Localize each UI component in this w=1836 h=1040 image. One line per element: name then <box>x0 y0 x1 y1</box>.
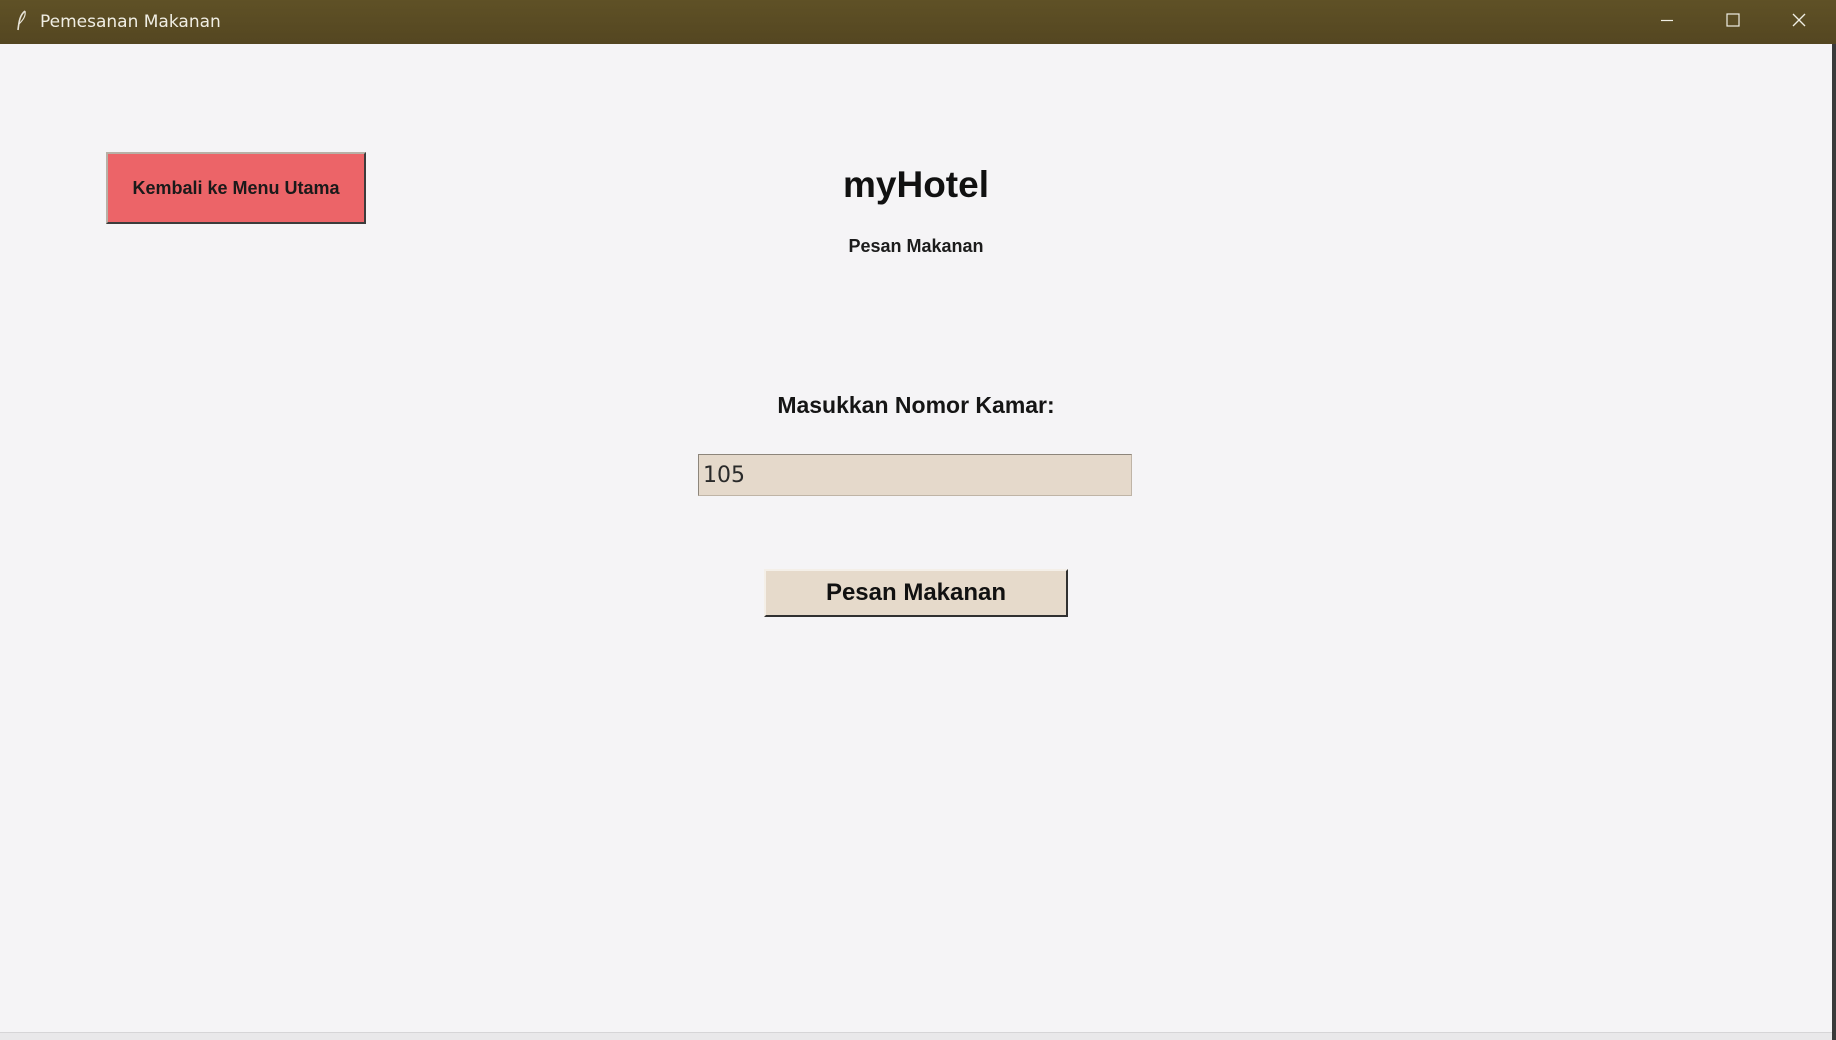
close-button[interactable] <box>1766 0 1832 44</box>
close-icon <box>1792 13 1806 32</box>
app-window: Pemesanan Makanan Kembali ke Menu Utama … <box>0 0 1836 1040</box>
order-food-button[interactable]: Pesan Makanan <box>764 569 1068 617</box>
minimize-icon <box>1660 13 1674 32</box>
window-bottom-edge <box>0 1032 1832 1040</box>
room-number-label: Masukkan Nomor Kamar: <box>777 392 1055 418</box>
maximize-icon <box>1726 12 1740 32</box>
title-bar[interactable]: Pemesanan Makanan <box>0 0 1836 44</box>
back-to-main-menu-button[interactable]: Kembali ke Menu Utama <box>106 152 366 224</box>
maximize-button[interactable] <box>1700 0 1766 44</box>
app-title: myHotel <box>843 164 989 205</box>
feather-icon <box>16 10 28 32</box>
room-number-input[interactable] <box>698 454 1132 496</box>
page-subtitle: Pesan Makanan <box>848 236 984 256</box>
window-edge <box>1832 44 1836 1040</box>
minimize-button[interactable] <box>1634 0 1700 44</box>
window-title: Pemesanan Makanan <box>40 12 221 32</box>
